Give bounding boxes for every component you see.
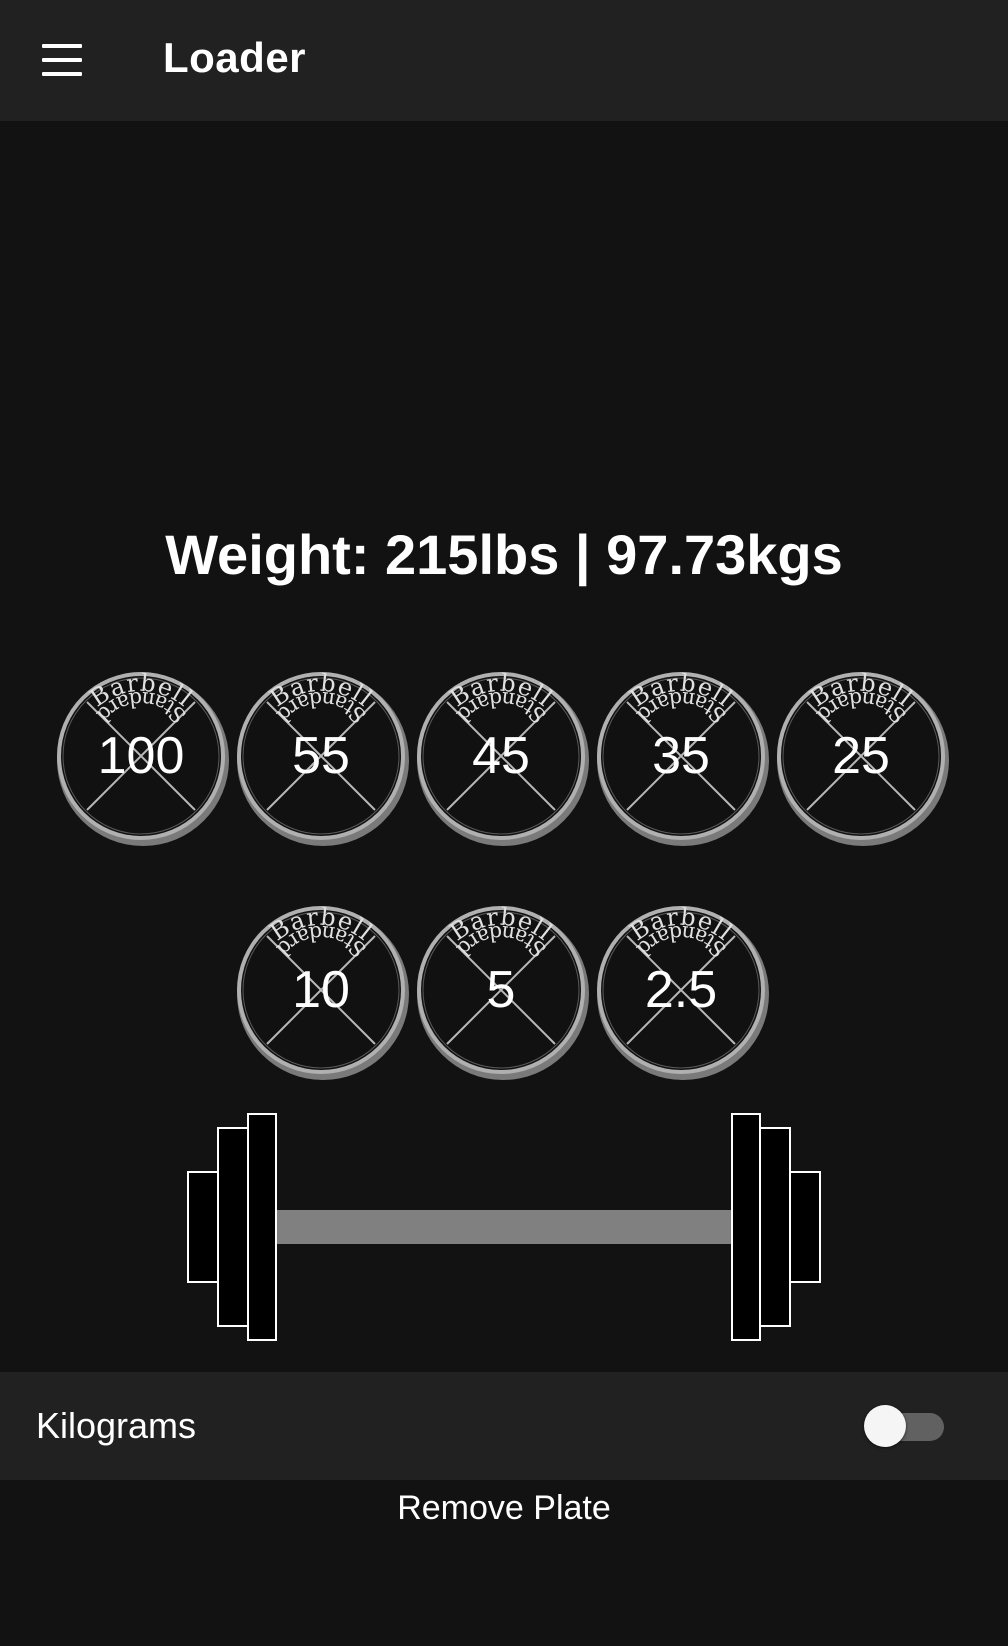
remove-plate-button[interactable]: Remove Plate xyxy=(354,1484,654,1532)
plate-weight-label: 2.5 xyxy=(644,961,718,1019)
plate-100-button[interactable]: Barbell Standard 100 xyxy=(55,670,233,852)
plate-45-button[interactable]: Barbell Standard 45 xyxy=(415,670,593,852)
plate-weight-label: 45 xyxy=(472,727,530,785)
plate-2-5-button[interactable]: Barbell Standard 2.5 xyxy=(595,904,773,1086)
loaded-plate-left xyxy=(187,1171,219,1283)
plate-weight-label: 5 xyxy=(486,961,516,1019)
plate-weight-label: 25 xyxy=(832,727,890,785)
kilograms-label: Kilograms xyxy=(36,1405,197,1446)
loaded-plate-left xyxy=(247,1113,277,1341)
kilograms-setting-row[interactable]: Kilograms xyxy=(0,1372,1008,1480)
toolbar-title: Loader xyxy=(163,34,307,81)
plate-weight-label: 10 xyxy=(292,961,350,1019)
plate-55-button[interactable]: Barbell Standard 55 xyxy=(235,670,413,852)
plate-weight-label: 55 xyxy=(292,727,350,785)
app-toolbar: Loader xyxy=(0,0,1008,121)
plate-25-button[interactable]: Barbell Standard 25 xyxy=(775,670,953,852)
barbell-graphic xyxy=(187,1113,821,1341)
weight-display: Weight: 215lbs | 97.73kgs xyxy=(165,523,843,586)
plate-5-button[interactable]: Barbell Standard 5 xyxy=(415,904,593,1086)
plate-weight-label: 100 xyxy=(97,727,185,785)
hamburger-menu-icon[interactable] xyxy=(36,36,88,84)
loaded-plate-right xyxy=(789,1171,821,1283)
app-root: Loader Weight: 215lbs | 97.73kgs Barbell… xyxy=(0,0,1008,1646)
barbell-bar xyxy=(276,1210,734,1244)
loaded-plate-left xyxy=(217,1127,249,1327)
plate-35-button[interactable]: Barbell Standard 35 xyxy=(595,670,773,852)
toggle-thumb xyxy=(864,1405,906,1447)
loaded-plate-right xyxy=(759,1127,791,1327)
plate-10-button[interactable]: Barbell Standard 10 xyxy=(235,904,413,1086)
plate-weight-label: 35 xyxy=(652,727,710,785)
loaded-plate-right xyxy=(731,1113,761,1341)
kilograms-toggle[interactable] xyxy=(862,1402,946,1450)
